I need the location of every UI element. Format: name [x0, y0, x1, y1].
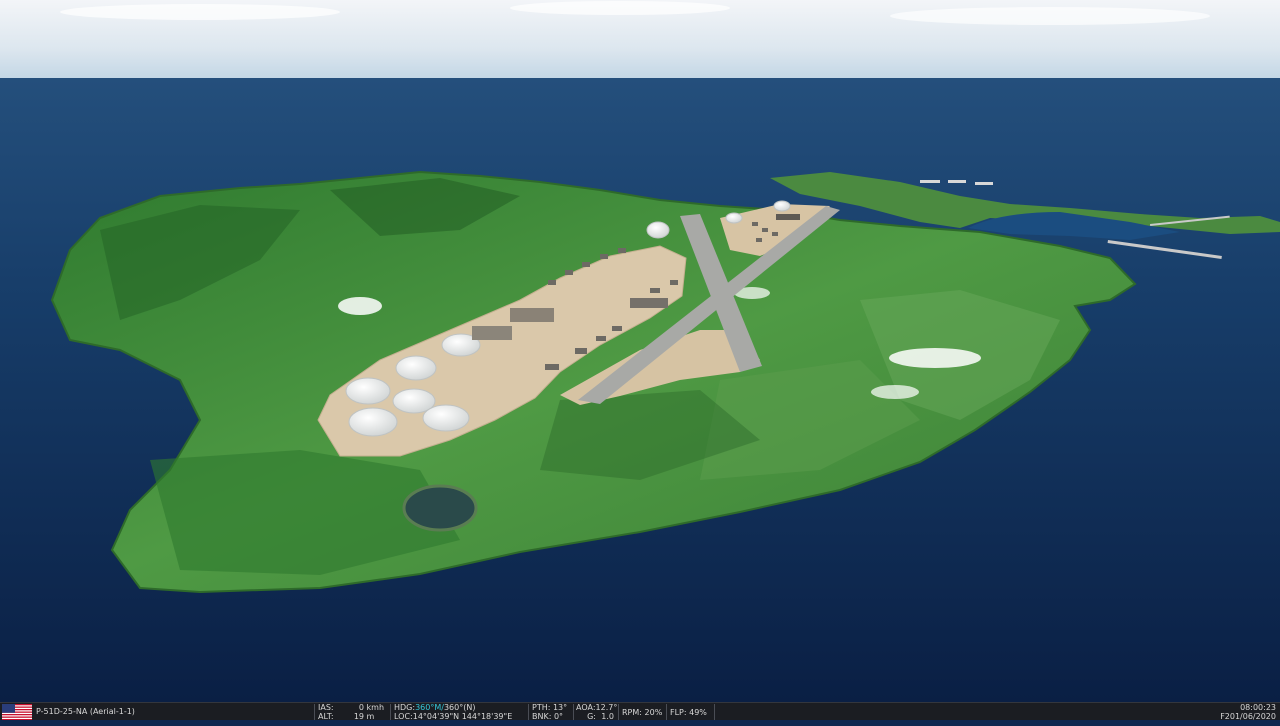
hdg-label: HDG: — [394, 703, 416, 712]
clock: 08:00:23 F201/06/2020 — [1206, 703, 1276, 721]
cloud — [871, 385, 919, 399]
cloud — [338, 297, 382, 315]
ship — [920, 180, 940, 183]
status-bar: P-51D-25-NA (Aerial-1-1) IAS: 0 kmh ALT: 1… — [0, 702, 1280, 722]
cloud — [890, 7, 1210, 25]
flp-value: 49% — [689, 708, 707, 717]
heading-location-readout: HDG:360°M/360°(N) LOC:14°04'39"N 144°18'… — [394, 703, 524, 721]
ias-unit: kmh — [366, 703, 385, 712]
flaps-readout: FLP: 49% — [670, 708, 714, 726]
aoa-value: 12.7° — [595, 703, 618, 712]
ias-label: IAS: — [318, 703, 334, 712]
rpm-label: RPM: — [622, 708, 642, 717]
cloud — [60, 4, 340, 20]
aircraft-name: P-51D-25-NA (Aerial-1-1) — [36, 707, 135, 716]
flp-label: FLP: — [670, 708, 687, 717]
rpm-readout: RPM: 20% — [622, 708, 666, 726]
ias-alt-readout: IAS: 0 kmh ALT: 19 m — [318, 703, 388, 721]
scene — [0, 0, 1280, 702]
ship — [975, 182, 993, 185]
hdg-true: 360°(N) — [443, 703, 476, 712]
pth-value: 13° — [552, 703, 568, 712]
crater-lake — [402, 484, 478, 532]
pth-label: PTH: — [532, 703, 551, 712]
ias-value: 0 — [358, 703, 364, 712]
aoa-g-readout: AOA:12.7° G: 1.0 — [576, 703, 620, 721]
us-flag-icon — [2, 704, 32, 722]
cloud — [889, 348, 981, 368]
ship — [948, 180, 966, 183]
rpm-value: 20% — [644, 708, 663, 717]
pitch-bank-readout: PTH: 13° BNK: 0° — [532, 703, 572, 721]
aoa-label: AOA: — [576, 703, 596, 712]
cloud — [510, 1, 730, 15]
hdg-magnetic: 360°M/ — [415, 703, 444, 712]
time: 08:00:23 — [1240, 703, 1276, 712]
game-viewport[interactable] — [0, 0, 1280, 702]
